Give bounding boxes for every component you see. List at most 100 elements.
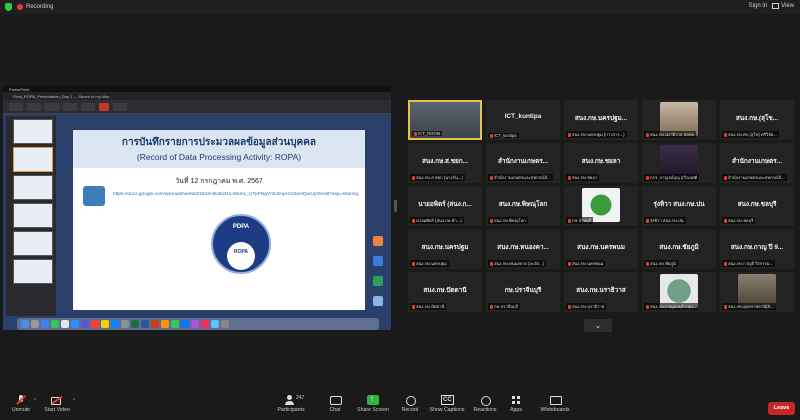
mic-muted-icon bbox=[15, 395, 27, 405]
participant-label-text: สนง.กษ.ชยลา bbox=[572, 175, 598, 180]
participant-tile[interactable]: สนง.กษ.(สุโข... สนง.กษ.ศก.(สุโข) ศรีวิจัย… bbox=[720, 100, 794, 140]
shared-screen[interactable]: PowerPoint Final_ROPA_Presentation_Day 1… bbox=[3, 86, 391, 330]
participant-tile[interactable]: ICT_kuntipa ICT_kuntipa bbox=[486, 100, 560, 140]
slide-thumbnail bbox=[13, 203, 53, 228]
participant-label-text: สำนักงานเกษตรและสหกรณ์จั... bbox=[728, 175, 785, 180]
mic-muted-icon bbox=[490, 304, 493, 309]
participant-tile[interactable]: สำนักงานเกษตร... สำนักงานเกษตรและสหกรณ์จั… bbox=[720, 143, 794, 183]
chat-label: Chat bbox=[329, 407, 341, 413]
participant-label: สนง.กษ.กาญจี วีรกรรม... bbox=[722, 260, 776, 267]
view-button[interactable]: View bbox=[772, 3, 794, 9]
participant-label: สนง.กษ.นครปฐม bbox=[410, 260, 449, 267]
desktop-icons bbox=[373, 236, 385, 326]
participant-tile[interactable]: กษ.ปราจีนบุรี กษ.ปราจีนบุรี bbox=[486, 272, 560, 312]
participant-tile[interactable]: สนง.กษ.นครปฐม... สนง.กษ.นครปฐม (กาวการ...… bbox=[564, 100, 638, 140]
participant-label: รุ่งทิวา สนง.กษ.ปน bbox=[644, 217, 686, 224]
record-button[interactable]: Record bbox=[399, 395, 421, 413]
participant-label-text: สนง.กษ.ชัยภูมิ bbox=[650, 261, 676, 266]
reactions-button[interactable]: Reactions bbox=[472, 395, 498, 413]
chrome-icon bbox=[61, 320, 69, 328]
reactions-label: Reactions bbox=[473, 407, 497, 413]
slide-date: วันที่ 12 กรกฎาคม พ.ศ. 2567 bbox=[175, 178, 263, 185]
share-screen-button[interactable]: Share Screen bbox=[356, 394, 390, 413]
split-handle[interactable] bbox=[394, 200, 397, 212]
participant-label: สนง.กษ.หนองคาย (ละอัก...) bbox=[488, 260, 547, 267]
participant-tile[interactable]: สนง.กษ.ปัตตานี สนง.กษ.ปัตตานี bbox=[408, 272, 482, 312]
unmute-button[interactable]: Unmute bbox=[8, 395, 34, 413]
participant-tile[interactable]: สนง.กษ.ชัยภูมิ สนง.กษ.ชัยภูมิ bbox=[642, 229, 716, 269]
participant-label: สนง.กษ.ชลบุรี bbox=[722, 217, 756, 224]
participant-tile[interactable]: สนง.กษ.พิษณุโลก สนง.กษ.พิษณุโลก bbox=[486, 186, 560, 226]
safari-icon bbox=[41, 320, 49, 328]
mic-muted-icon bbox=[724, 261, 727, 266]
participant-label: สนง.กษ.ชยลา bbox=[566, 174, 600, 181]
whiteboards-button[interactable]: Whiteboards bbox=[538, 395, 572, 413]
recording-icon bbox=[17, 4, 23, 10]
participant-tile[interactable]: สนง.กษ.นครปฐม สนง.กษ.นครปฐม bbox=[408, 229, 482, 269]
participant-name: นายอพิตร์ (สนง.ก... bbox=[418, 201, 472, 208]
ppt-title-bar: Final_ROPA_Presentation_Day 1 — Saved to… bbox=[3, 92, 391, 100]
participant-tile[interactable]: สนง.กษ.กาญจนบุรี กลุ่ม... bbox=[642, 272, 716, 312]
mic-muted-icon bbox=[724, 132, 727, 137]
audio-options-caret[interactable]: ^ bbox=[34, 398, 36, 404]
security-shield-icon[interactable] bbox=[5, 3, 12, 11]
participant-label-text: สนง.กษ.ชลบุรี bbox=[728, 218, 754, 223]
leave-button[interactable]: Leave bbox=[768, 402, 795, 415]
participant-label: กกร. กาญจน์บุญ สุวีรเลศดี bbox=[644, 174, 700, 181]
participant-tile[interactable]: สนง.กษ.นครพนม สนง.กษ.นครพนม bbox=[564, 229, 638, 269]
participant-tile[interactable]: รุ่งทิวา สนง.กษ.ปน รุ่งทิวา สนง.กษ.ปน bbox=[642, 186, 716, 226]
mic-muted-icon bbox=[412, 261, 415, 266]
participant-label-text: สนง.กษ.ส.ชยก (นางกัน...) bbox=[416, 175, 463, 180]
video-options-caret[interactable]: ^ bbox=[73, 398, 75, 404]
participant-tile[interactable]: สนง.กษ.ชลบุรี สนง.กษ.ชลบุรี bbox=[720, 186, 794, 226]
slide-title-en: (Record of Data Processing Activity: ROP… bbox=[136, 152, 302, 162]
start-video-label: Start Video bbox=[44, 407, 70, 413]
ribbon-group bbox=[63, 102, 77, 111]
participant-tile[interactable]: สนง.กษ.ส.ชยก... สนง.กษ.ส.ชยก (นางกัน...) bbox=[408, 143, 482, 183]
chevron-down-icon: ⌄ bbox=[594, 321, 602, 330]
start-video-button[interactable]: Start Video bbox=[42, 395, 72, 413]
participant-tile[interactable]: สนง.กษ.ชยลา สนง.กษ.ชยลา bbox=[564, 143, 638, 183]
mic-muted-icon bbox=[412, 218, 415, 223]
share-screen-icon bbox=[367, 394, 379, 405]
apps-button[interactable]: Apps bbox=[508, 395, 524, 413]
mic-muted-icon bbox=[568, 218, 571, 223]
participant-tile[interactable]: กกร. กาญจน์บุญ สุวีรเลศดี bbox=[642, 143, 716, 183]
word-icon bbox=[141, 320, 149, 328]
slide-title-th: การบันทึกรายการประมวลผลข้อมูลส่วนบุคคล bbox=[121, 137, 317, 148]
participant-name: สนง.กษ.ชยลา bbox=[581, 158, 621, 165]
show-captions-button[interactable]: Show Captions bbox=[428, 395, 466, 413]
participant-label: สนง.กษ.นราธิวาส ชยพล bbox=[644, 131, 697, 138]
ribbon-group bbox=[113, 102, 127, 111]
gallery-page-down-button[interactable]: ⌄ bbox=[584, 319, 612, 332]
slide-thumbnail bbox=[13, 231, 53, 256]
participant-tile[interactable]: นายอพิตร์ (สนง.ก... นายอพิตร์ (สนง.กษ.ชำ.… bbox=[408, 186, 482, 226]
mic-muted-icon bbox=[724, 218, 727, 223]
participant-name: สนง.กษ.นราธิวาส bbox=[576, 287, 626, 294]
mic-muted-icon bbox=[568, 132, 571, 137]
meeting-toolbar: Unmute ^ Start Video ^ Participants 247 … bbox=[0, 392, 800, 420]
participant-label-text: สนง.กษ.นครปฐม (กาวการ...) bbox=[572, 132, 625, 137]
sign-in-link[interactable]: Sign in bbox=[749, 3, 767, 9]
participant-label-text: รุ่งทิวา สนง.กษ.ปน bbox=[650, 218, 684, 223]
participant-tile[interactable]: สนง.กษ.กาญ ปี 9... สนง.กษ.กาญจี วีรกรรม..… bbox=[720, 229, 794, 269]
participant-tile[interactable]: สนง.กษ.นราธิวาส ชยพล bbox=[642, 100, 716, 140]
participant-tile[interactable]: สำนักงานเกษตร... สำนักงานเกษตรและสหกรณ์จั… bbox=[486, 143, 560, 183]
pdpa-label: PDPA bbox=[232, 224, 250, 230]
notes-icon bbox=[101, 320, 109, 328]
participant-label-text: สนง.กษ.ศก.(สุโข) ศรีวิจัย... bbox=[728, 132, 777, 137]
participant-label-text: กกร. กาญจน์บุญ สุวีรเลศดี bbox=[650, 175, 698, 180]
ribbon-group bbox=[9, 102, 23, 111]
ropa-label: ROPA bbox=[233, 249, 249, 255]
participant-tile[interactable]: สนง.กษ.หนองคา... สนง.กษ.หนองคาย (ละอัก...… bbox=[486, 229, 560, 269]
participant-tile[interactable]: ICT_ROOM bbox=[408, 100, 482, 140]
mic-muted-icon bbox=[490, 218, 493, 223]
record-icon bbox=[404, 395, 416, 406]
participant-tile[interactable]: สนง.กษ.นราธิวาส สนง.กษ.นราธิวาส bbox=[564, 272, 638, 312]
zoom-icon bbox=[71, 320, 79, 328]
participants-label: Participants bbox=[277, 407, 305, 413]
spreadsheet-icon bbox=[373, 276, 383, 286]
participant-tile[interactable]: กษ.จำนบุรี bbox=[564, 186, 638, 226]
participant-tile[interactable]: สนง.กษ.อุบลราชธานี(ลิ... bbox=[720, 272, 794, 312]
chat-button[interactable]: Chat bbox=[325, 395, 345, 413]
